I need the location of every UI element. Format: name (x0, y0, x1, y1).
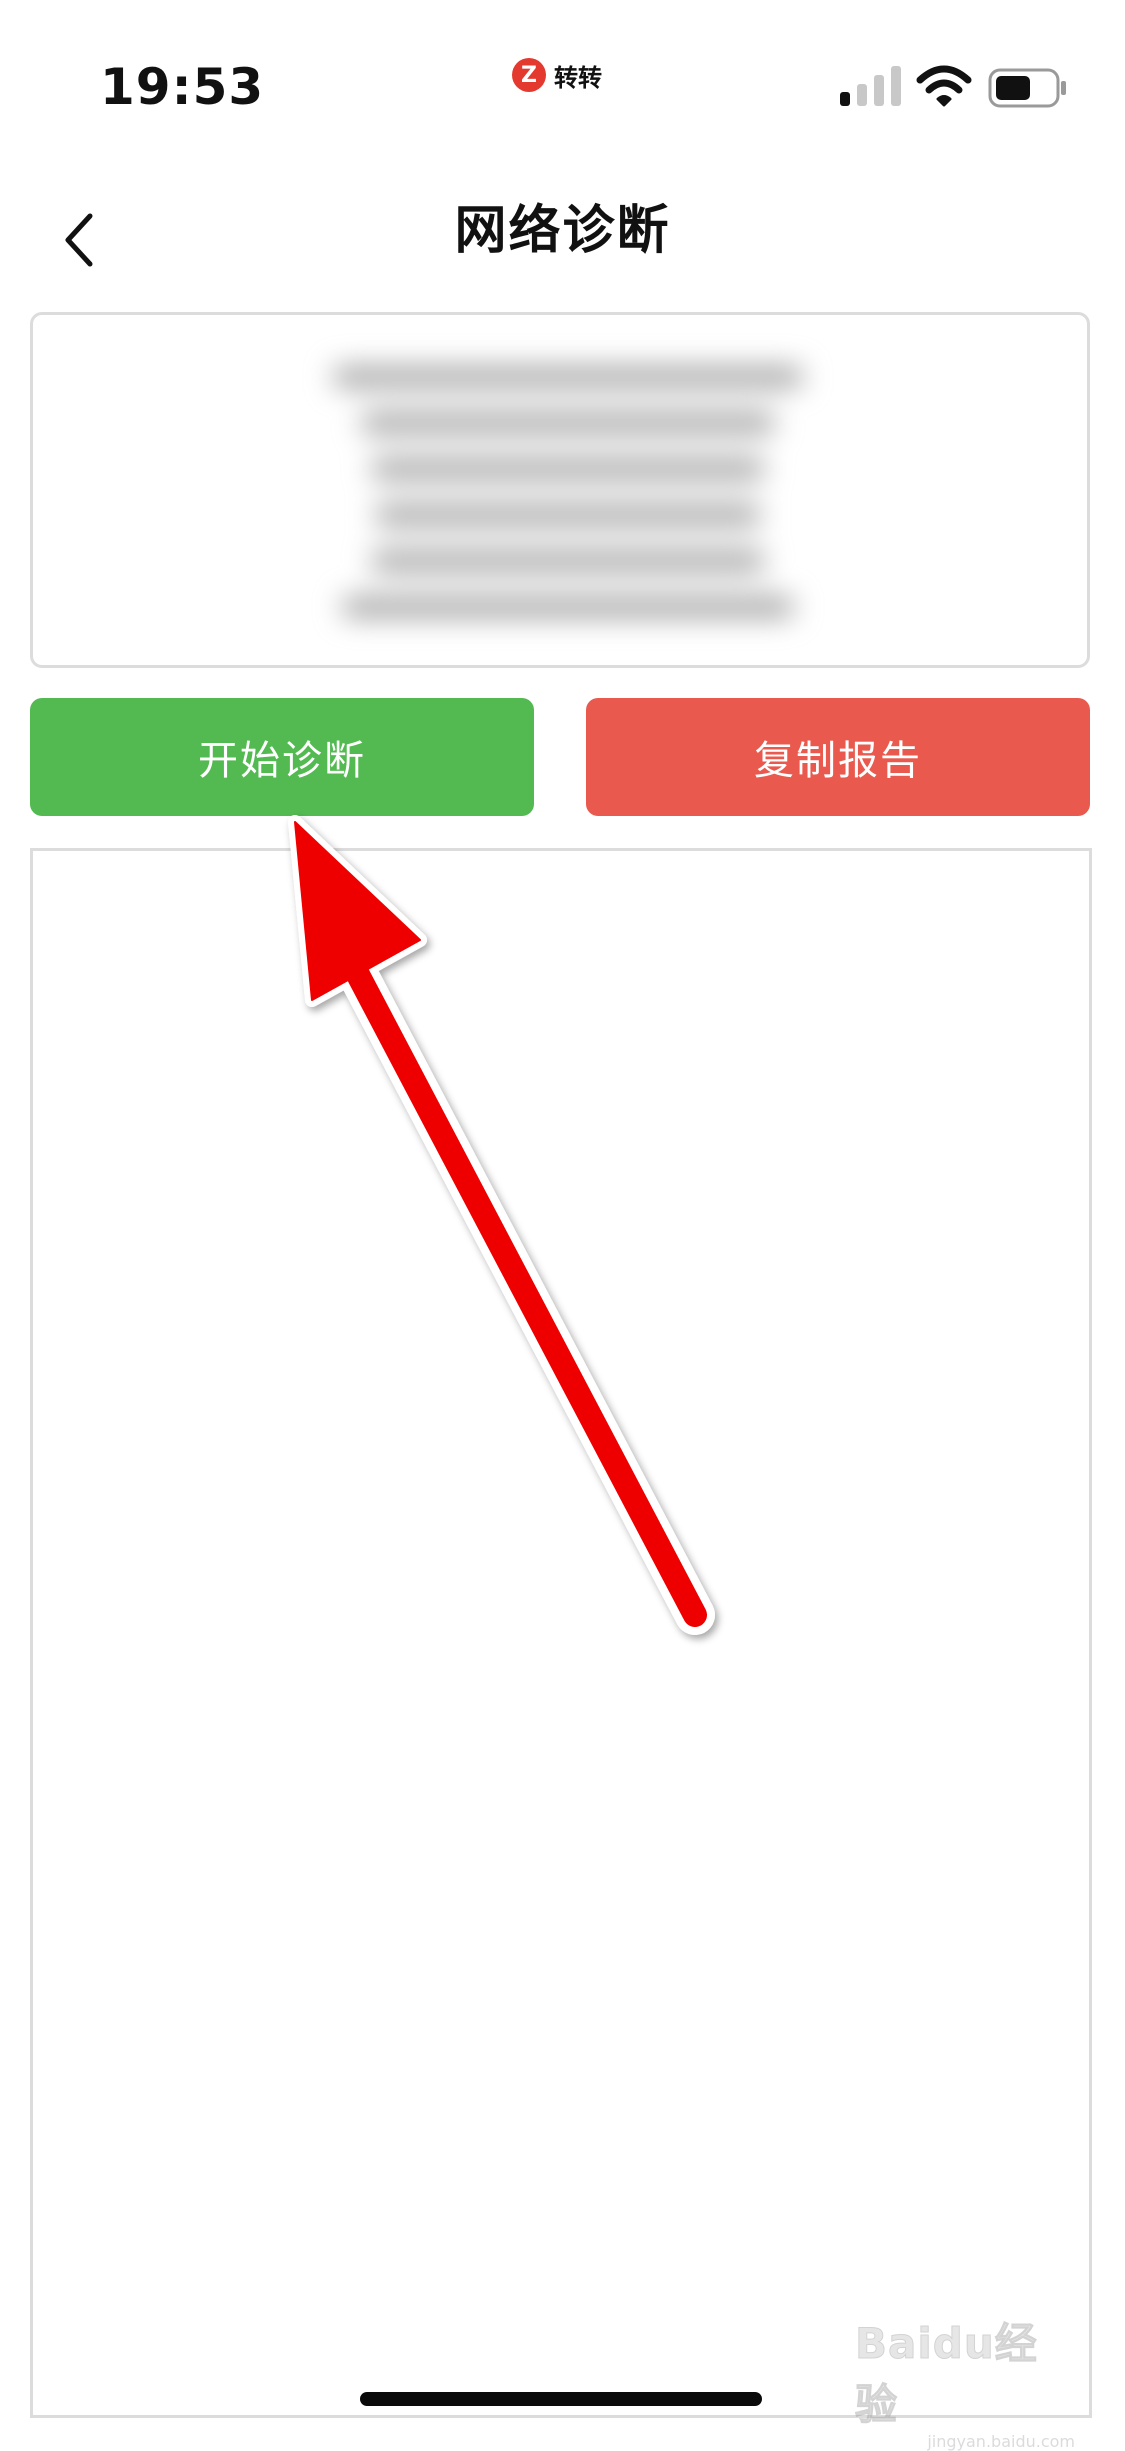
status-time: 19:53 (100, 58, 265, 116)
carrier-indicator: Z 转转 (512, 55, 602, 95)
home-indicator[interactable] (360, 2392, 762, 2406)
baidu-jingyan-watermark: Baidu经验 jingyan.baidu.com (855, 2310, 1076, 2451)
blurred-info-content (333, 341, 803, 641)
watermark-url: jingyan.baidu.com (927, 2432, 1075, 2451)
carrier-name: 转转 (554, 63, 602, 92)
navigation-bar: 网络诊断 (0, 170, 1125, 320)
wifi-icon (916, 65, 972, 107)
signal-icon (840, 66, 901, 106)
page-title: 网络诊断 (454, 201, 671, 261)
copy-report-button[interactable]: 复制报告 (586, 698, 1090, 816)
network-info-panel (30, 312, 1090, 668)
battery-icon (988, 68, 1066, 108)
watermark-brand: Baidu经验 (855, 2319, 1038, 2430)
start-diagnosis-button[interactable]: 开始诊断 (30, 698, 534, 816)
carrier-logo-icon: Z (512, 58, 546, 92)
diagnosis-report-area[interactable] (30, 848, 1092, 2418)
status-bar: 19:53 Z 转转 (0, 0, 1125, 170)
